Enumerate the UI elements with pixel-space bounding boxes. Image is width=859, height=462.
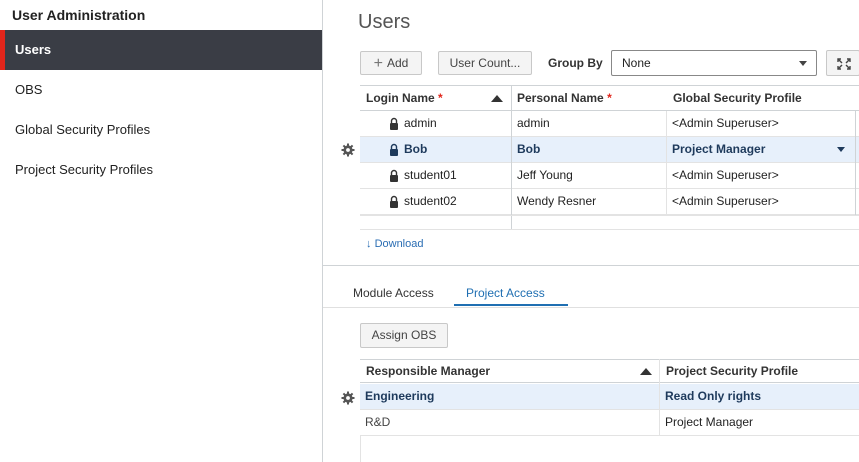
sidebar: User Administration Users OBS Global Sec… — [0, 0, 323, 462]
global-profile-cell: <Admin Superuser> — [672, 168, 779, 182]
sidebar-item-obs[interactable]: OBS — [0, 70, 322, 110]
personal-name-cell: Bob — [517, 142, 541, 156]
table-row[interactable]: R&D Project Manager — [360, 410, 859, 436]
tab-module-access[interactable]: Module Access — [353, 286, 434, 300]
section-divider[interactable] — [323, 265, 859, 266]
assign-obs-button[interactable]: Assign OBS — [360, 323, 448, 348]
project-access-grid-header: Responsible Manager Project Security Pro… — [360, 359, 859, 383]
grid-footer-border — [360, 229, 859, 230]
user-count-button[interactable]: User Count... — [438, 51, 532, 75]
sidebar-title: User Administration — [12, 7, 146, 23]
global-profile-cell: Project Manager — [672, 142, 766, 156]
manager-cell: R&D — [365, 415, 391, 429]
login-name-cell: student01 — [404, 168, 457, 182]
personal-name-cell: Wendy Resner — [517, 194, 597, 208]
sort-ascending-icon[interactable] — [491, 95, 503, 102]
column-responsible-manager[interactable]: Responsible Manager — [366, 360, 490, 383]
table-row[interactable]: admin admin <Admin Superuser> — [360, 111, 859, 137]
column-divider — [666, 111, 667, 215]
group-by-select[interactable]: None — [611, 50, 817, 76]
chevron-down-icon[interactable] — [837, 147, 845, 152]
tab-project-access[interactable]: Project Access — [466, 286, 545, 300]
global-profile-cell: <Admin Superuser> — [672, 116, 779, 130]
group-by-label: Group By — [548, 56, 603, 70]
lock-icon — [390, 169, 398, 182]
column-divider[interactable] — [659, 359, 660, 436]
sidebar-item-users[interactable]: Users — [0, 30, 322, 70]
login-name-cell: admin — [404, 116, 437, 130]
table-row[interactable]: Engineering Read Only rights — [360, 384, 859, 410]
login-name-cell: student02 — [404, 194, 457, 208]
arrow-down-icon: ↓ — [366, 238, 372, 250]
lock-icon — [390, 143, 398, 156]
page-title: Users — [358, 11, 411, 33]
column-divider[interactable] — [511, 85, 512, 230]
gear-icon[interactable] — [341, 391, 355, 405]
tabs-divider — [323, 307, 859, 308]
column-project-security-profile[interactable]: Project Security Profile — [666, 360, 798, 383]
gear-icon[interactable] — [341, 143, 355, 157]
plus-icon: + — [373, 55, 383, 72]
sidebar-item-global-security-profiles[interactable]: Global Security Profiles — [0, 110, 322, 150]
personal-name-cell: Jeff Young — [517, 168, 573, 182]
add-button-label: Add — [386, 56, 409, 70]
users-grid-header: Login Name * Personal Name * Global Secu… — [360, 85, 859, 111]
main-panel: Users + Add User Count... Group By None L… — [323, 0, 859, 462]
active-tab-indicator — [454, 304, 568, 306]
login-name-cell: Bob — [404, 142, 428, 156]
table-row[interactable]: student02 Wendy Resner <Admin Superuser> — [360, 189, 859, 215]
sidebar-item-project-security-profiles[interactable]: Project Security Profiles — [0, 150, 322, 190]
project-profile-cell: Project Manager — [665, 415, 754, 429]
group-by-value: None — [622, 56, 651, 70]
manager-cell: Engineering — [365, 389, 435, 403]
personal-name-cell: admin — [517, 116, 550, 130]
sort-ascending-icon[interactable] — [640, 368, 652, 375]
project-profile-cell: Read Only rights — [665, 389, 762, 403]
download-link[interactable]: ↓ Download — [366, 238, 423, 250]
column-global-security-profile[interactable]: Global Security Profile — [673, 86, 802, 111]
global-profile-cell: <Admin Superuser> — [672, 194, 779, 208]
expand-icon — [837, 58, 851, 70]
grid-bottom-border — [360, 215, 859, 216]
add-button[interactable]: + Add — [360, 51, 422, 75]
expand-button[interactable] — [826, 50, 859, 76]
lock-icon — [390, 117, 398, 130]
chevron-down-icon — [799, 61, 807, 66]
grid-left-border — [360, 436, 361, 462]
lock-icon — [390, 195, 398, 208]
table-row[interactable]: student01 Jeff Young <Admin Superuser> — [360, 163, 859, 189]
column-divider — [855, 111, 856, 215]
table-row[interactable]: Bob Bob Project Manager — [360, 137, 859, 163]
column-personal-name[interactable]: Personal Name * — [517, 86, 612, 111]
column-login-name[interactable]: Login Name * — [366, 86, 443, 111]
